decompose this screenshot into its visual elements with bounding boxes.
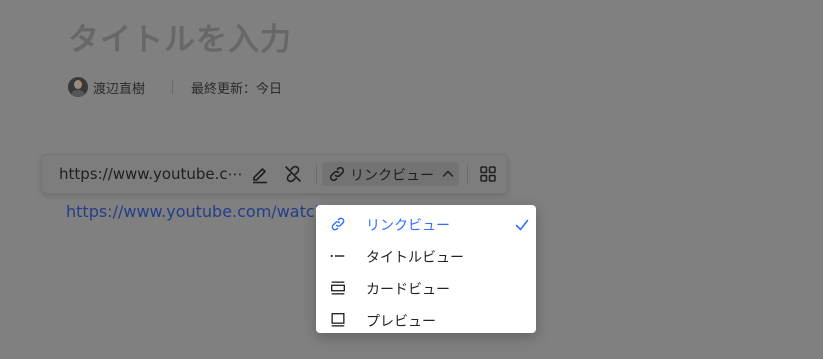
view-mode-select[interactable]: リンクビュー <box>322 162 459 186</box>
unlink-icon[interactable] <box>283 164 303 184</box>
menu-item-label: プレビュー <box>366 314 436 330</box>
more-apps-icon[interactable] <box>478 164 498 184</box>
avatar[interactable] <box>68 77 88 97</box>
title-view-icon <box>330 254 345 258</box>
checkmark-icon <box>515 219 529 231</box>
meta-divider <box>172 80 174 94</box>
toolbar-divider <box>467 164 468 184</box>
link-url-text[interactable]: https://www.youtube.c⋯ <box>59 165 243 183</box>
last-updated-text: 最終更新：今日 <box>191 81 283 97</box>
menu-item-label: リンクビュー <box>366 218 450 234</box>
menu-item-title-view[interactable]: タイトルビュー <box>316 239 536 271</box>
document-title-placeholder[interactable]: タイトルを入力 <box>68 14 292 59</box>
menu-item-preview[interactable]: プレビュー <box>316 303 536 335</box>
edit-icon[interactable] <box>250 164 270 184</box>
view-mode-menu: リンクビュー タイトルビュー カードビュー プレビュー <box>316 205 536 333</box>
menu-item-label: タイトルビュー <box>366 250 464 266</box>
hyperlink-text[interactable]: https://www.youtube.com/watch <box>66 202 318 221</box>
toolbar-divider <box>316 164 317 184</box>
author-name[interactable]: 渡辺直樹 <box>93 78 145 97</box>
preview-icon <box>331 313 345 327</box>
menu-item-label: カードビュー <box>366 282 450 298</box>
document-meta: 渡辺直樹 最終更新：今日 <box>68 76 282 98</box>
menu-item-link-view[interactable]: リンクビュー <box>316 207 536 239</box>
link-icon <box>331 217 345 231</box>
chevron-up-icon <box>442 170 454 177</box>
card-view-icon <box>331 281 345 295</box>
link-toolbar: https://www.youtube.c⋯ リンクビュー <box>41 154 508 194</box>
menu-item-card-view[interactable]: カードビュー <box>316 271 536 303</box>
view-mode-select-label: リンクビュー <box>350 168 434 184</box>
link-icon <box>329 166 345 182</box>
